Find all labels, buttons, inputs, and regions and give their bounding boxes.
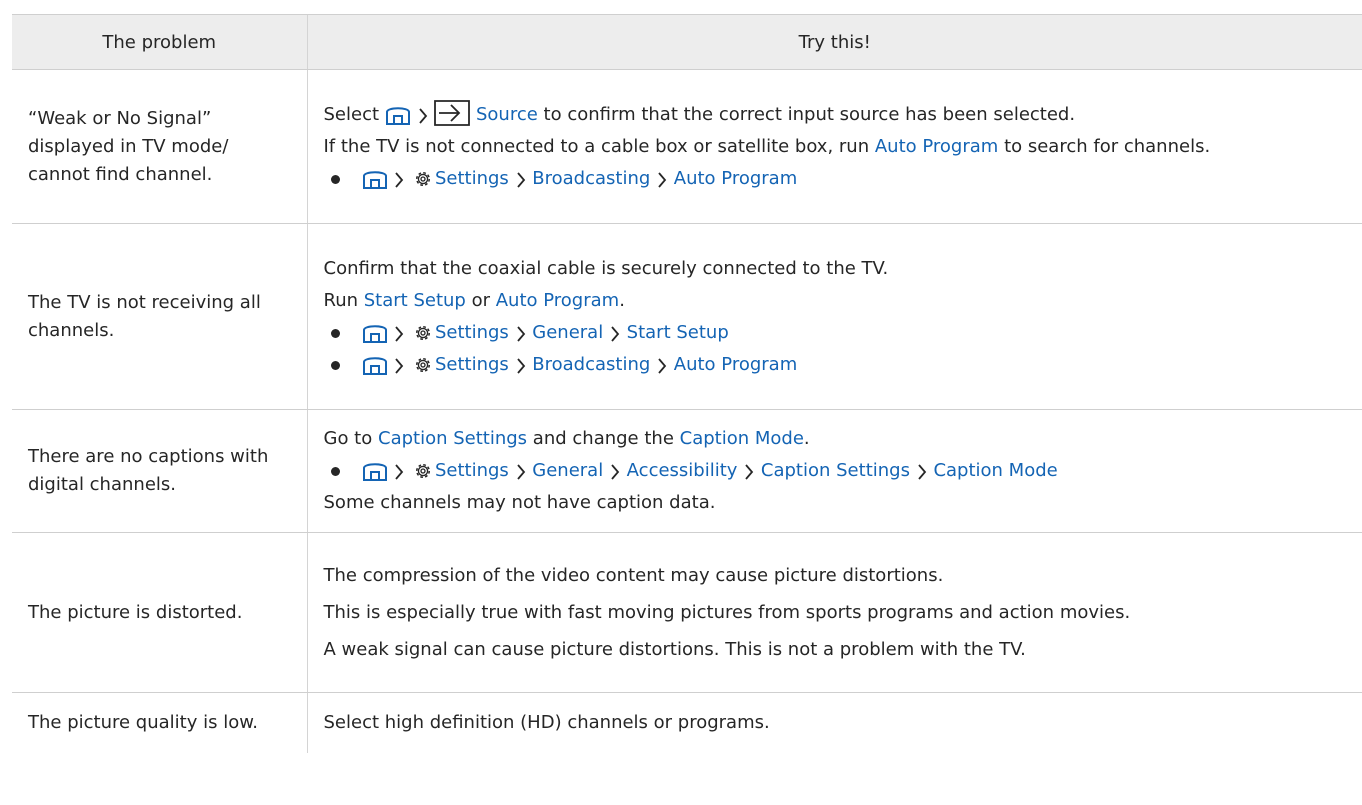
home-icon <box>362 320 388 344</box>
header-problem: The problem <box>12 14 307 70</box>
gear-icon <box>413 461 433 481</box>
settings-link[interactable]: Settings <box>435 322 509 343</box>
solution-paragraph: Go to Caption Settings and change the Ca… <box>323 428 810 449</box>
problem-cell: The picture quality is low. <box>28 711 258 733</box>
chevron-right-icon <box>515 324 527 344</box>
home-icon <box>362 166 388 190</box>
chevron-right-icon <box>609 324 621 344</box>
problem-cell: The picture is distorted. <box>12 532 307 693</box>
auto-program-link[interactable]: Auto Program <box>674 168 797 189</box>
problem-cell: There are no captions with digital chann… <box>12 409 307 533</box>
accessibility-link[interactable]: Accessibility <box>627 460 738 481</box>
menu-path: Settings General Accessibility Caption S… <box>324 455 1355 487</box>
broadcasting-link[interactable]: Broadcasting <box>532 168 650 189</box>
auto-program-link[interactable]: Auto Program <box>875 136 998 157</box>
gear-icon <box>413 323 433 343</box>
home-icon <box>385 102 411 126</box>
caption-mode-link[interactable]: Caption Mode <box>680 428 804 449</box>
table-row: The picture is distorted. The compressio… <box>12 532 1362 693</box>
start-setup-link[interactable]: Start Setup <box>627 322 729 343</box>
gear-icon <box>413 355 433 375</box>
chevron-right-icon <box>743 462 755 482</box>
chevron-right-icon <box>515 356 527 376</box>
broadcasting-link[interactable]: Broadcasting <box>532 354 650 375</box>
chevron-right-icon <box>393 170 405 190</box>
troubleshooting-table: The problem Try this! “Weak or No Signal… <box>12 14 1362 753</box>
settings-link[interactable]: Settings <box>435 354 509 375</box>
chevron-right-icon <box>515 462 527 482</box>
source-icon <box>434 100 470 126</box>
solution-paragraph: This is especially true with fast moving… <box>323 602 1131 623</box>
header-solution: Try this! <box>306 14 1362 70</box>
solution-paragraph: Some channels may not have caption data. <box>323 492 716 513</box>
table-row: The picture quality is low. Select high … <box>12 692 1362 753</box>
solution-cell: Confirm that the coaxial cable is secure… <box>306 223 1362 410</box>
start-setup-link[interactable]: Start Setup <box>364 290 466 311</box>
auto-program-link[interactable]: Auto Program <box>496 290 619 311</box>
chevron-right-icon <box>656 170 668 190</box>
solution-cell: Select high definition (HD) channels or … <box>306 692 1362 753</box>
solution-paragraph: A weak signal can cause picture distorti… <box>323 639 1026 660</box>
problem-cell: “Weak or No Signal” displayed in TV mode… <box>12 69 307 224</box>
chevron-right-icon <box>515 170 527 190</box>
solution-paragraph: Select Source to confirm that the correc… <box>324 99 1355 131</box>
solution-paragraph: Select high definition (HD) channels or … <box>323 711 770 733</box>
source-link[interactable]: Source <box>476 104 538 125</box>
general-link[interactable]: General <box>532 322 603 343</box>
menu-path: Settings General Start Setup <box>324 317 1355 349</box>
chevron-right-icon <box>393 462 405 482</box>
auto-program-link[interactable]: Auto Program <box>674 354 797 375</box>
general-link[interactable]: General <box>532 460 603 481</box>
chevron-right-icon <box>916 462 928 482</box>
chevron-right-icon <box>393 356 405 376</box>
table-row: There are no captions with digital chann… <box>12 409 1362 533</box>
caption-settings-link[interactable]: Caption Settings <box>378 428 527 449</box>
menu-path: Settings Broadcasting Auto Program <box>324 163 1355 195</box>
chevron-right-icon <box>393 324 405 344</box>
table-row: “Weak or No Signal” displayed in TV mode… <box>12 69 1362 224</box>
menu-path: Settings Broadcasting Auto Program <box>324 349 1355 381</box>
settings-link[interactable]: Settings <box>435 460 509 481</box>
solution-cell: The compression of the video content may… <box>306 532 1362 693</box>
caption-settings-link[interactable]: Caption Settings <box>761 460 910 481</box>
home-icon <box>362 458 388 482</box>
chevron-right-icon <box>609 462 621 482</box>
table-row: The TV is not receiving all channels. Co… <box>12 223 1362 410</box>
gear-icon <box>413 169 433 189</box>
caption-mode-link[interactable]: Caption Mode <box>933 460 1057 481</box>
home-icon <box>362 352 388 376</box>
chevron-right-icon <box>656 356 668 376</box>
solution-paragraph: Confirm that the coaxial cable is secure… <box>323 257 889 279</box>
solution-cell: Go to Caption Settings and change the Ca… <box>306 409 1362 533</box>
solution-paragraph: If the TV is not connected to a cable bo… <box>323 135 1211 157</box>
solution-cell: Select Source to confirm that the correc… <box>306 69 1362 224</box>
solution-paragraph: Run Start Setup or Auto Program. <box>323 289 625 311</box>
chevron-right-icon <box>417 106 429 126</box>
solution-paragraph: The compression of the video content may… <box>323 565 944 586</box>
problem-cell: The TV is not receiving all channels. <box>12 223 307 410</box>
settings-link[interactable]: Settings <box>435 168 509 189</box>
table-header-row: The problem Try this! <box>12 14 1362 70</box>
